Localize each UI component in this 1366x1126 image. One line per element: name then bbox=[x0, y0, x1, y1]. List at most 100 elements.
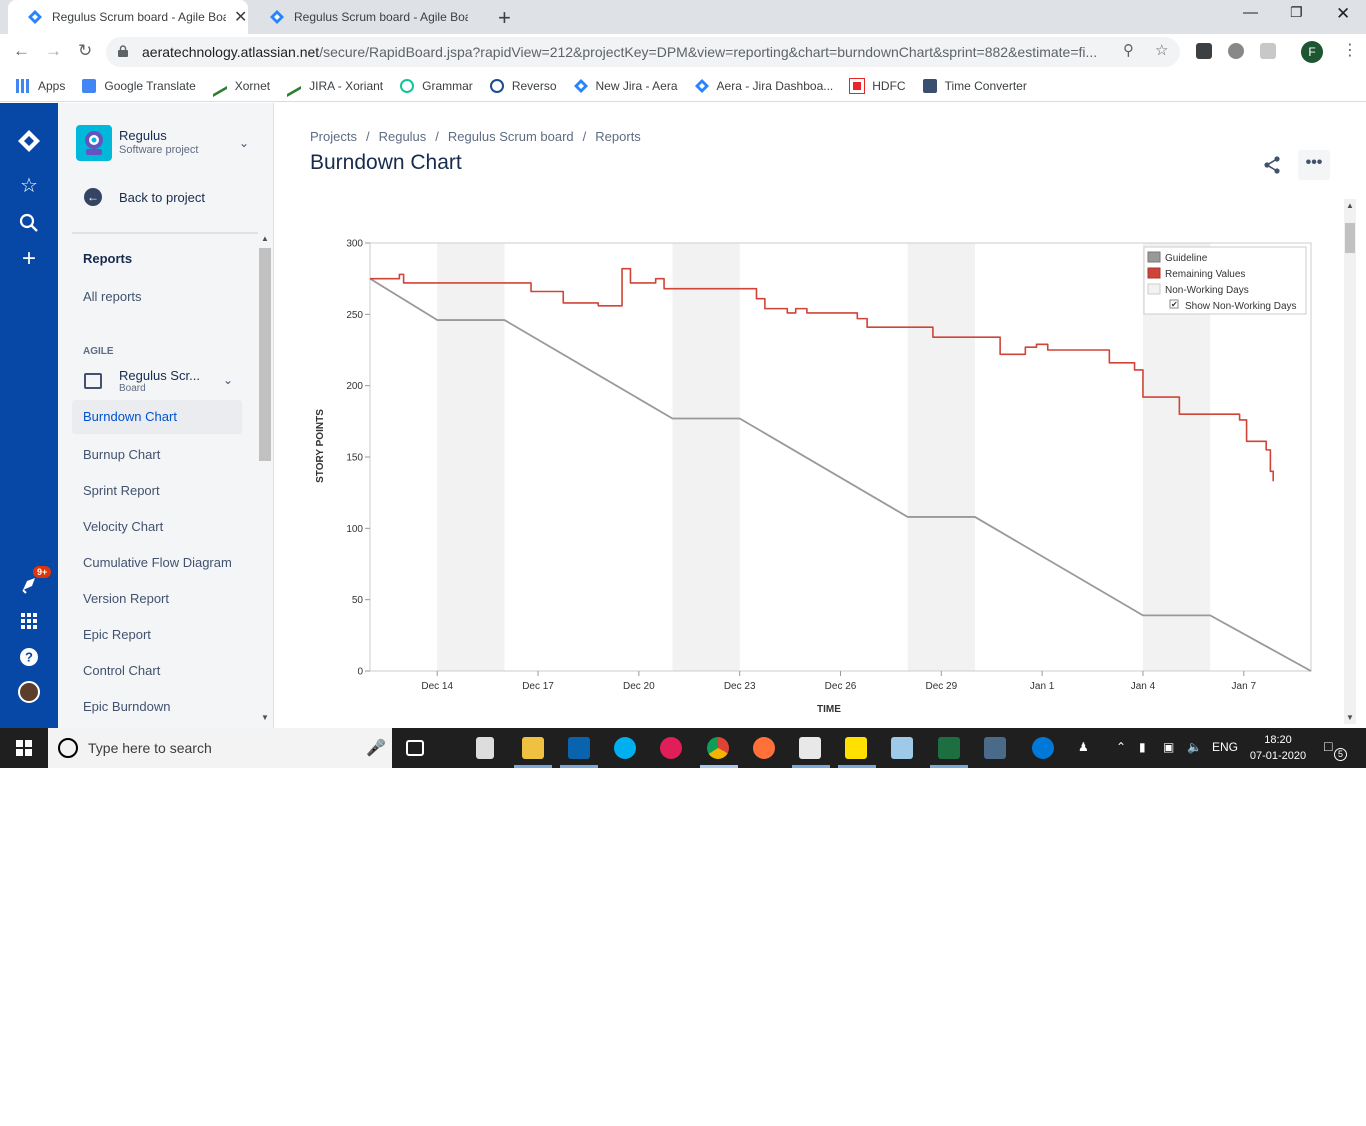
sidebar-item-sprint-report[interactable]: Sprint Report bbox=[83, 483, 160, 498]
scroll-down-icon[interactable]: ▼ bbox=[261, 713, 269, 722]
sidebar-item-control-chart[interactable]: Control Chart bbox=[83, 663, 160, 678]
jira-logo-icon[interactable] bbox=[17, 129, 41, 153]
battery-icon[interactable]: ▮ bbox=[1139, 740, 1146, 754]
close-window-icon[interactable]: ✕ bbox=[1336, 4, 1350, 24]
back-arrow-icon[interactable]: ← bbox=[13, 41, 30, 61]
bookmark-label: Time Converter bbox=[944, 78, 1027, 93]
browser-tab-strip: Regulus Scrum board - Agile Boa ✕ Regulu… bbox=[0, 0, 1366, 34]
scroll-up-icon[interactable]: ▲ bbox=[1346, 201, 1354, 210]
profile-avatar[interactable]: F bbox=[1301, 41, 1323, 63]
bookmark-apps[interactable]: Apps bbox=[16, 78, 65, 93]
show-non-working-days-label[interactable]: Show Non-Working Days bbox=[1185, 301, 1297, 312]
sidebar-item-burnup-chart[interactable]: Burnup Chart bbox=[83, 447, 160, 462]
y-tick-label: 0 bbox=[357, 667, 363, 678]
browser-tab[interactable]: Regulus Scrum board - Agile Boa bbox=[250, 0, 490, 34]
extension-b-icon[interactable] bbox=[1260, 43, 1276, 59]
volume-icon[interactable]: 🔈 bbox=[1187, 740, 1202, 754]
time-converter-icon bbox=[922, 78, 937, 93]
bookmark-new-jira[interactable]: New Jira - Aera bbox=[573, 78, 678, 93]
project-name[interactable]: Regulus bbox=[119, 128, 167, 143]
app-switcher-icon[interactable] bbox=[17, 609, 41, 633]
excel-icon[interactable] bbox=[938, 737, 960, 759]
taskbar-clock[interactable]: 18:20 07-01-2020 bbox=[1249, 732, 1307, 764]
sidebar-item-burndown-chart[interactable]: Burndown Chart bbox=[72, 400, 242, 434]
y-tick-label: 150 bbox=[346, 453, 363, 464]
extension-x-icon[interactable] bbox=[1196, 43, 1212, 59]
taskbar-active-indicator bbox=[930, 765, 968, 768]
bookmark-hdfc[interactable]: HDFC bbox=[849, 77, 906, 94]
project-sidebar: Regulus Software project ⌄ ← Back to pro… bbox=[58, 103, 274, 728]
forward-arrow-icon[interactable]: → bbox=[45, 41, 62, 61]
microphone-icon[interactable]: 🎤 bbox=[366, 738, 386, 758]
help-icon[interactable]: ? bbox=[17, 645, 41, 669]
content-scrollbar[interactable] bbox=[1344, 199, 1356, 724]
voice-recorder-icon[interactable] bbox=[476, 737, 494, 759]
firefox-icon[interactable] bbox=[753, 737, 775, 759]
address-bar[interactable]: aeratechnology.atlassian.net/secure/Rapi… bbox=[106, 37, 1180, 67]
skype-icon[interactable] bbox=[614, 737, 636, 759]
bookmark-xornet[interactable]: Xornet bbox=[212, 74, 270, 97]
sidebar-item-epic-burndown[interactable]: Epic Burndown bbox=[83, 699, 170, 714]
snipping-tool-icon[interactable] bbox=[891, 737, 913, 759]
bookmark-grammar[interactable]: Grammar bbox=[400, 78, 473, 93]
sticky-notes-icon[interactable] bbox=[845, 737, 867, 759]
chrome-icon[interactable] bbox=[707, 737, 729, 759]
bookmark-time-converter[interactable]: Time Converter bbox=[922, 78, 1027, 93]
task-view-icon[interactable] bbox=[406, 740, 424, 756]
bookmark-google-translate[interactable]: Google Translate bbox=[82, 78, 196, 93]
file-explorer-icon[interactable] bbox=[522, 737, 544, 759]
new-tab-button[interactable]: + bbox=[498, 5, 511, 31]
taskbar-search-box[interactable]: Type here to search 🎤 bbox=[48, 728, 392, 768]
non-working-day-band bbox=[672, 243, 740, 671]
sidebar-scrollbar[interactable] bbox=[259, 248, 271, 461]
scroll-up-icon[interactable]: ▲ bbox=[261, 234, 269, 243]
sidebar-item-epic-report[interactable]: Epic Report bbox=[83, 627, 151, 642]
bookmark-jira-xoriant[interactable]: JIRA - Xoriant bbox=[287, 74, 383, 97]
outlook-icon[interactable] bbox=[568, 737, 590, 759]
chevron-down-icon[interactable]: ⌄ bbox=[239, 136, 249, 150]
back-to-project-link[interactable]: Back to project bbox=[119, 190, 205, 205]
scroll-thumb[interactable] bbox=[1345, 223, 1355, 253]
sidebar-item-cumulative-flow[interactable]: Cumulative Flow Diagram bbox=[83, 555, 232, 570]
restore-icon[interactable]: ❐ bbox=[1290, 4, 1303, 21]
x-tick-label: Dec 26 bbox=[825, 681, 857, 692]
browser-tab-active[interactable]: Regulus Scrum board - Agile Boa ✕ bbox=[8, 0, 248, 34]
notepad-icon[interactable] bbox=[799, 737, 821, 759]
y-tick-label: 200 bbox=[346, 381, 363, 392]
sidebar-item-all-reports[interactable]: All reports bbox=[83, 289, 142, 304]
bookmark-star-icon[interactable]: ☆ bbox=[1155, 41, 1168, 59]
close-tab-icon[interactable]: ✕ bbox=[234, 7, 247, 27]
search-icon[interactable] bbox=[17, 211, 41, 235]
windows-start-icon[interactable] bbox=[16, 740, 32, 756]
bookmark-reverso[interactable]: Reverso bbox=[489, 78, 557, 93]
user-avatar[interactable] bbox=[18, 681, 40, 703]
sidebar-item-velocity-chart[interactable]: Velocity Chart bbox=[83, 519, 163, 534]
create-plus-icon[interactable]: + bbox=[17, 245, 41, 272]
browser-menu-icon[interactable]: ⋮ bbox=[1342, 40, 1358, 60]
network-icon[interactable]: ▣ bbox=[1163, 740, 1174, 754]
language-indicator[interactable]: ENG bbox=[1212, 740, 1238, 754]
bookmark-jira-dashboard[interactable]: Aera - Jira Dashboa... bbox=[694, 78, 833, 93]
back-arrow-icon[interactable]: ← bbox=[84, 188, 102, 206]
extension-circle-icon[interactable] bbox=[1228, 43, 1244, 59]
zoom-icon[interactable]: ⚲ bbox=[1123, 41, 1134, 59]
browser-toolbar: ← → ↻ aeratechnology.atlassian.net/secur… bbox=[0, 34, 1366, 70]
bookmark-label: Google Translate bbox=[104, 78, 196, 93]
action-center-icon[interactable]: □ bbox=[1324, 738, 1332, 754]
app-icon[interactable] bbox=[984, 737, 1006, 759]
checkbox-check-icon: ✔ bbox=[1171, 300, 1178, 309]
sidebar-item-version-report[interactable]: Version Report bbox=[83, 591, 169, 606]
board-name[interactable]: Regulus Scr... bbox=[119, 368, 200, 383]
star-icon[interactable]: ☆ bbox=[17, 173, 41, 197]
show-hidden-icons-icon[interactable]: ⌃ bbox=[1116, 740, 1126, 754]
screen: Regulus Scrum board - Agile Boa ✕ Regulu… bbox=[0, 0, 1366, 768]
minimize-icon[interactable]: — bbox=[1243, 4, 1258, 21]
x-tick-label: Jan 4 bbox=[1131, 681, 1156, 692]
help-icon[interactable] bbox=[1032, 737, 1054, 759]
scroll-down-icon[interactable]: ▼ bbox=[1346, 713, 1354, 722]
reload-icon[interactable]: ↻ bbox=[78, 41, 92, 61]
legend-swatch-non-working bbox=[1147, 283, 1161, 295]
slack-icon[interactable] bbox=[660, 737, 682, 759]
chevron-down-icon[interactable]: ⌄ bbox=[223, 373, 233, 387]
people-icon[interactable]: ♟ bbox=[1078, 740, 1089, 754]
